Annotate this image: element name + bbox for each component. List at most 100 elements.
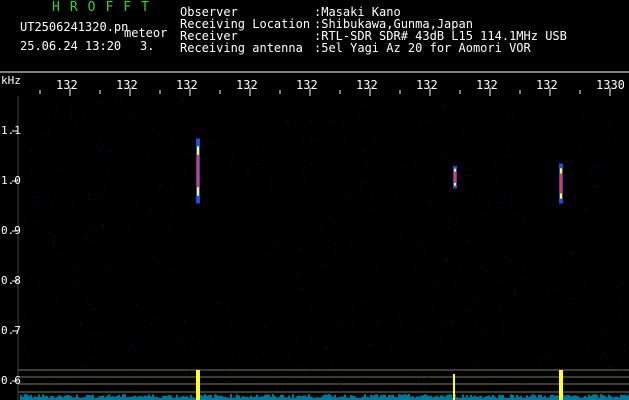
- noise-dot: [595, 168, 596, 170]
- noise-dot: [103, 224, 105, 226]
- noise-dot: [159, 218, 161, 220]
- noise-dot: [472, 142, 474, 144]
- noise-dot: [158, 103, 160, 105]
- noise-floor-bar: [404, 394, 406, 400]
- noise-dot: [499, 239, 501, 241]
- noise-dot: [140, 346, 142, 347]
- noise-dot: [514, 293, 515, 295]
- noise-dot: [442, 104, 444, 106]
- noise-dot: [420, 350, 422, 352]
- noise-dot: [215, 302, 217, 304]
- noise-floor-bar: [268, 394, 270, 400]
- noise-dot: [88, 193, 90, 195]
- noise-dot: [319, 113, 321, 115]
- noise-dot: [463, 256, 465, 258]
- noise-dot: [524, 146, 526, 148]
- noise-dot: [316, 116, 318, 118]
- noise-dot: [310, 335, 312, 337]
- noise-floor-bar: [124, 394, 126, 400]
- noise-dot: [134, 219, 136, 221]
- noise-dot: [70, 117, 72, 119]
- noise-dot: [112, 292, 114, 294]
- noise-dot: [329, 384, 331, 386]
- noise-dot: [442, 324, 444, 326]
- x-tick-label: 132: [116, 78, 138, 92]
- noise-dot: [565, 246, 567, 248]
- noise-dot: [599, 192, 601, 194]
- noise-dot: [483, 105, 485, 107]
- noise-floor-bar: [406, 395, 408, 400]
- noise-dot: [72, 159, 74, 160]
- noise-dot: [393, 122, 395, 124]
- noise-dot: [29, 327, 31, 329]
- noise-dot: [390, 351, 392, 352]
- noise-dot: [77, 269, 79, 270]
- noise-floor-bar: [566, 395, 568, 400]
- noise-dot: [247, 174, 249, 175]
- noise-dot: [170, 230, 172, 232]
- noise-floor-bar: [590, 395, 592, 400]
- noise-floor-bar: [576, 395, 578, 400]
- noise-dot: [168, 133, 170, 135]
- noise-floor-bar: [494, 396, 496, 400]
- noise-dot: [559, 311, 561, 313]
- noise-dot: [197, 331, 199, 333]
- noise-dot: [344, 139, 346, 141]
- noise-dot: [163, 313, 165, 315]
- noise-dot: [128, 230, 130, 232]
- noise-floor-bar: [46, 396, 48, 400]
- x-tick-label: 132: [236, 78, 258, 92]
- noise-floor-bar: [426, 394, 428, 400]
- noise-dot: [474, 287, 476, 289]
- noise-dot: [344, 134, 346, 136]
- noise-dot: [56, 298, 58, 300]
- noise-dot: [126, 293, 128, 295]
- noise-dot: [173, 269, 175, 271]
- noise-floor-bar: [502, 394, 504, 400]
- noise-dot: [165, 307, 167, 309]
- noise-dot: [521, 300, 523, 302]
- noise-dot: [37, 196, 39, 198]
- noise-dot: [23, 244, 24, 246]
- noise-floor-bar: [218, 396, 220, 400]
- noise-dot: [430, 146, 432, 148]
- noise-dot: [406, 156, 408, 157]
- noise-dot: [425, 253, 427, 255]
- noise-dot: [226, 128, 228, 130]
- noise-floor-bar: [216, 394, 218, 400]
- noise-dot: [169, 219, 171, 221]
- noise-dot: [256, 151, 258, 153]
- noise-dot: [584, 282, 586, 284]
- noise-floor-bar: [462, 394, 464, 400]
- noise-dot: [427, 201, 429, 203]
- noise-dot: [375, 136, 377, 138]
- noise-dot: [421, 376, 423, 378]
- noise-dot: [167, 146, 169, 148]
- noise-dot: [88, 304, 90, 306]
- noise-dot: [343, 251, 345, 253]
- noise-dot: [308, 308, 310, 310]
- noise-dot: [107, 321, 109, 322]
- noise-floor-bar: [176, 394, 178, 400]
- noise-floor-bar: [274, 395, 276, 400]
- noise-dot: [234, 252, 236, 254]
- noise-dot: [171, 141, 173, 143]
- noise-dot: [326, 329, 328, 331]
- noise-dot: [466, 239, 468, 241]
- noise-floor-bar: [76, 394, 78, 400]
- noise-dot: [172, 214, 174, 216]
- noise-dot: [469, 175, 471, 176]
- noise-dot: [116, 273, 118, 275]
- noise-dot: [159, 183, 161, 185]
- noise-dot: [58, 106, 60, 108]
- noise-dot: [446, 157, 448, 159]
- noise-floor-bar: [384, 394, 386, 400]
- noise-dot: [109, 348, 110, 350]
- noise-dot: [296, 351, 298, 352]
- noise-dot: [329, 387, 330, 389]
- noise-dot: [31, 173, 33, 175]
- noise-dot: [68, 366, 70, 368]
- noise-floor-bar: [282, 394, 284, 400]
- noise-dot: [121, 98, 123, 100]
- noise-floor-bar: [182, 395, 184, 400]
